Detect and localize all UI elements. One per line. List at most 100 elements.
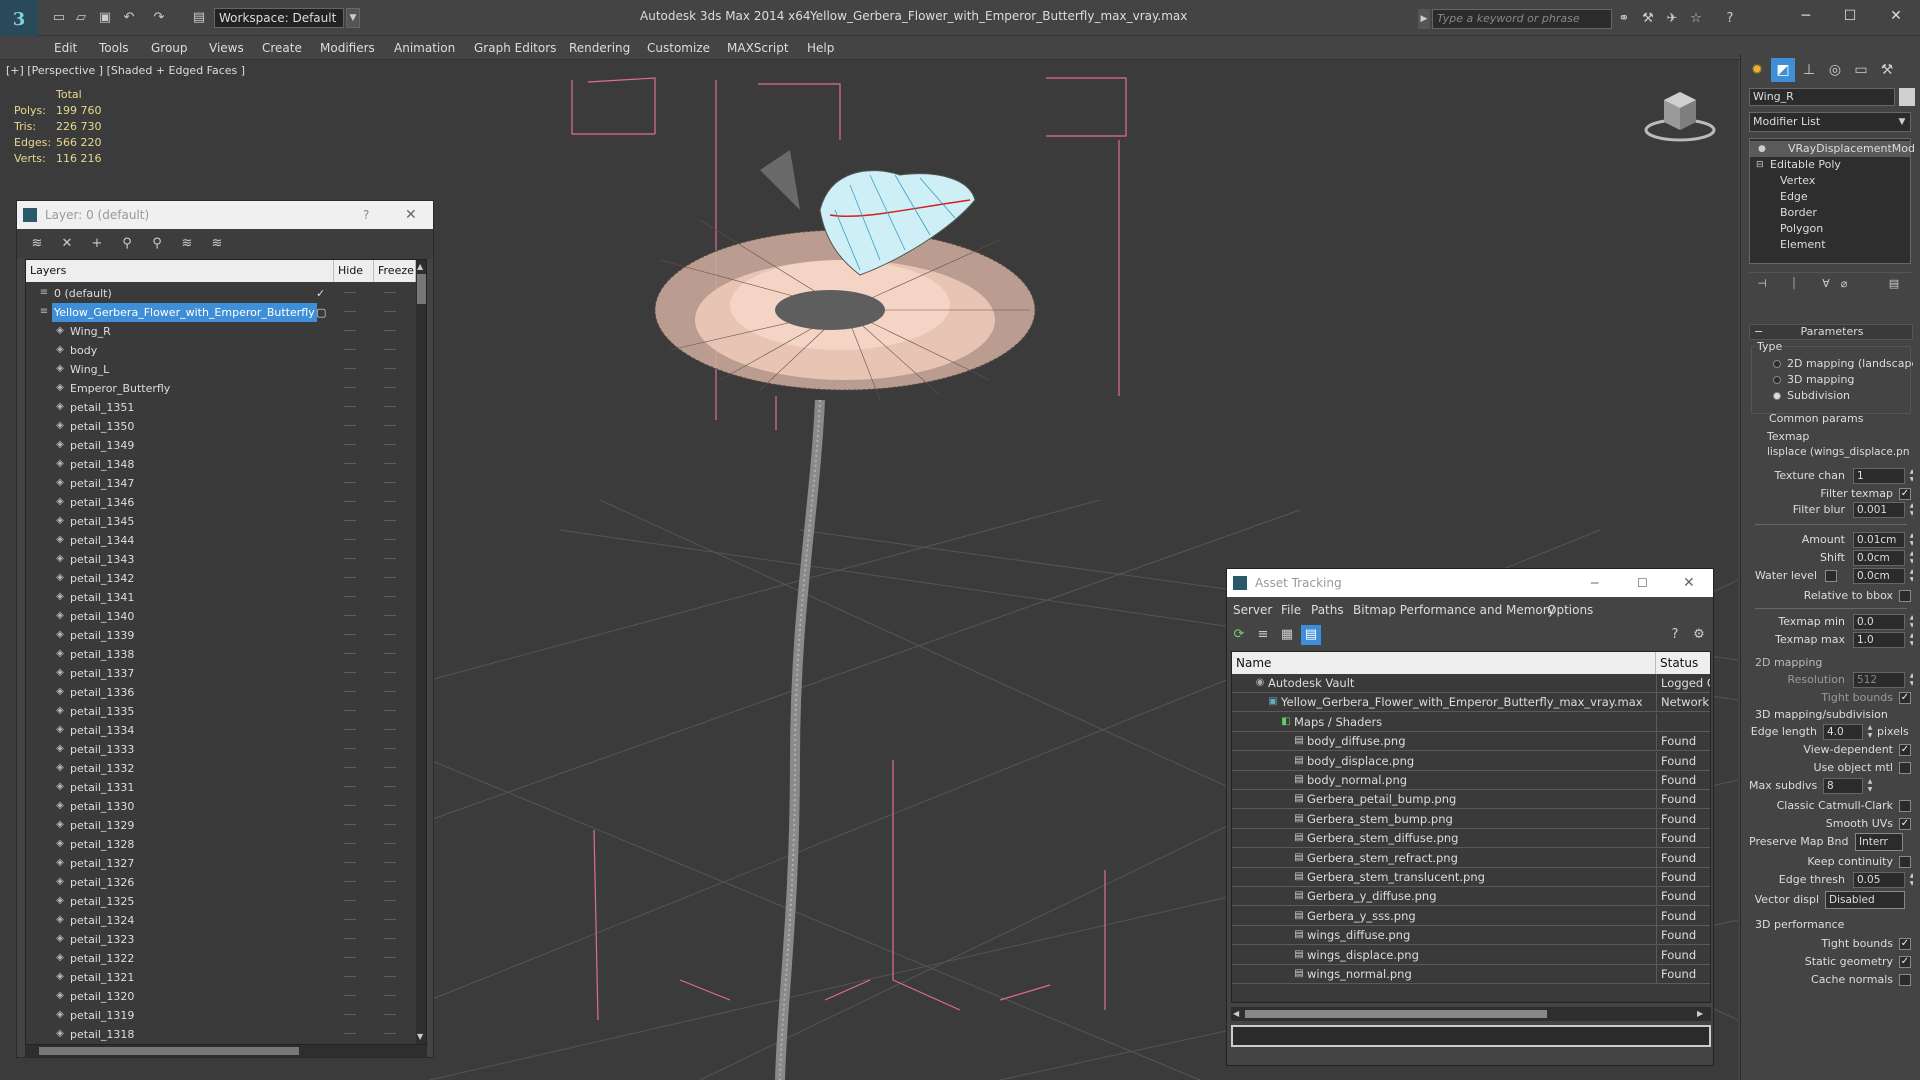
hide-toggle[interactable]: ┄┄	[344, 968, 358, 987]
thumbnail-view-icon[interactable]: ▦	[1277, 625, 1297, 645]
object-row[interactable]: ◈ petail_1348 ┄┄ ┄┄	[26, 455, 414, 474]
hide-toggle[interactable]: ┄┄	[344, 512, 358, 531]
hide-toggle[interactable]: ┄┄	[344, 721, 358, 740]
binoculars-icon[interactable]: ⚭	[1614, 9, 1634, 29]
object-name-field[interactable]: Wing_R	[1749, 88, 1895, 106]
tight-bounds-checkbox[interactable]: ✓	[1899, 938, 1911, 950]
asset-row[interactable]: ▤ Gerbera_y_sss.png Found	[1232, 906, 1710, 926]
freeze-toggle[interactable]: ┄┄	[384, 1006, 398, 1025]
asset-scroll-right-icon[interactable]: ▶	[1697, 1009, 1707, 1019]
object-row[interactable]: ◈ petail_1351 ┄┄ ┄┄	[26, 398, 414, 417]
freeze-toggle[interactable]: ┄┄	[384, 816, 398, 835]
menu-maxscript[interactable]: MAXScript	[727, 41, 789, 55]
hide-toggle[interactable]: ┄┄	[344, 987, 358, 1006]
configure-sets-icon[interactable]: ▤	[1885, 275, 1903, 293]
asset-menu-file[interactable]: File	[1281, 603, 1301, 617]
tight-bounds-2d-checkbox[interactable]: ✓	[1899, 692, 1911, 704]
hide-toggle[interactable]: ┄┄	[344, 379, 358, 398]
asset-status-column-header[interactable]: Status	[1656, 652, 1710, 674]
hide-toggle[interactable]: ┄┄	[344, 341, 358, 360]
relative-bbox-checkbox[interactable]	[1899, 590, 1911, 602]
subobject-level-item[interactable]: Polygon	[1750, 221, 1910, 237]
modifier-item[interactable]: ⊟ Editable Poly	[1750, 157, 1910, 173]
minimize-icon[interactable]: ─	[1786, 4, 1826, 28]
object-row[interactable]: ◈ petail_1342 ┄┄ ┄┄	[26, 569, 414, 588]
menu-edit[interactable]: Edit	[54, 41, 77, 55]
freeze-toggle[interactable]: ┄┄	[384, 379, 398, 398]
object-row[interactable]: ◈ petail_1337 ┄┄ ┄┄	[26, 664, 414, 683]
menu-views[interactable]: Views	[209, 41, 244, 55]
table-view-icon[interactable]: ▤	[1301, 625, 1321, 645]
hide-toggle[interactable]: ┄┄	[344, 759, 358, 778]
hide-toggle[interactable]: ┄┄	[344, 740, 358, 759]
project-folder-icon[interactable]: ▤	[190, 9, 208, 27]
hide-toggle[interactable]: ┄┄	[344, 303, 358, 322]
asset-minimize-icon[interactable]: ─	[1591, 569, 1598, 597]
asset-row[interactable]: ▤ body_normal.png Found	[1232, 771, 1710, 790]
menu-help[interactable]: Help	[807, 41, 834, 55]
freeze-toggle[interactable]: ┄┄	[384, 759, 398, 778]
hide-toggle[interactable]: ┄┄	[344, 322, 358, 341]
hide-column-header[interactable]: Hide	[334, 260, 374, 282]
hide-toggle[interactable]: ┄┄	[344, 816, 358, 835]
freeze-toggle[interactable]: ┄┄	[384, 474, 398, 493]
radio-subdivision[interactable]	[1773, 392, 1781, 400]
freeze-toggle[interactable]: ┄┄	[384, 778, 398, 797]
layer-delete-icon[interactable]: ✕	[57, 234, 77, 254]
subobject-level-item[interactable]: Edge	[1750, 189, 1910, 205]
asset-tracking-titlebar[interactable]: Asset Tracking ─ ☐ ✕	[1227, 569, 1713, 597]
workspace-dropdown-arrow[interactable]: ▼	[346, 8, 360, 28]
texmap-min-input[interactable]: 0.0	[1853, 614, 1905, 630]
hide-toggle[interactable]: ┄┄	[344, 1006, 358, 1025]
layer-select-objects-icon[interactable]: ⚲	[117, 234, 137, 254]
object-row[interactable]: ◈ Emperor_Butterfly ┄┄ ┄┄	[26, 379, 414, 398]
asset-path-field[interactable]	[1231, 1025, 1711, 1047]
asset-row[interactable]: ▣ Yellow_Gerbera_Flower_with_Emperor_Butt…	[1232, 693, 1710, 713]
freeze-toggle[interactable]: ┄┄	[384, 398, 398, 417]
freeze-toggle[interactable]: ┄┄	[384, 854, 398, 873]
pin-stack-icon[interactable]: ⊣	[1753, 275, 1771, 293]
freeze-toggle[interactable]: ┄┄	[384, 341, 398, 360]
texture-chan-input[interactable]: 1	[1853, 468, 1905, 484]
hide-toggle[interactable]: ┄┄	[344, 835, 358, 854]
asset-row[interactable]: ▤ Gerbera_stem_translucent.png Found	[1232, 868, 1710, 887]
freeze-toggle[interactable]: ┄┄	[384, 1025, 398, 1044]
object-row[interactable]: ◈ petail_1346 ┄┄ ┄┄	[26, 493, 414, 512]
layer-new-icon[interactable]: ≋	[27, 234, 47, 254]
object-row[interactable]: ◈ petail_1332 ┄┄ ┄┄	[26, 759, 414, 778]
object-row[interactable]: ◈ petail_1325 ┄┄ ┄┄	[26, 892, 414, 911]
object-row[interactable]: ◈ petail_1324 ┄┄ ┄┄	[26, 911, 414, 930]
freeze-toggle[interactable]: ┄┄	[384, 930, 398, 949]
object-row[interactable]: ◈ petail_1340 ┄┄ ┄┄	[26, 607, 414, 626]
display-tab-icon[interactable]: ▭	[1849, 58, 1873, 82]
object-color-swatch[interactable]	[1899, 88, 1915, 106]
filter-texmap-checkbox[interactable]: ✓	[1899, 488, 1911, 500]
hide-toggle[interactable]: ┄┄	[344, 436, 358, 455]
asset-menu-bitmap-performance[interactable]: Bitmap Performance and Memory	[1353, 603, 1555, 617]
hide-toggle[interactable]: ┄┄	[344, 493, 358, 512]
object-row[interactable]: ◈ petail_1341 ┄┄ ┄┄	[26, 588, 414, 607]
layer-freeze-all-icon[interactable]: ≋	[207, 234, 227, 254]
object-row[interactable]: ◈ petail_1349 ┄┄ ┄┄	[26, 436, 414, 455]
object-row[interactable]: ◈ petail_1344 ┄┄ ┄┄	[26, 531, 414, 550]
water-level-input[interactable]: 0.0cm	[1853, 568, 1905, 584]
classic-catmull-checkbox[interactable]	[1899, 800, 1911, 812]
asset-row[interactable]: ▤ Gerbera_stem_refract.png Found	[1232, 848, 1710, 868]
hide-toggle[interactable]: ┄┄	[344, 398, 358, 417]
object-row[interactable]: ◈ petail_1327 ┄┄ ┄┄	[26, 854, 414, 873]
texmap-button[interactable]: lisplace (wings_displace.png)	[1767, 446, 1909, 462]
hide-toggle[interactable]: ┄┄	[344, 360, 358, 379]
resolution-spinner[interactable]: ▲ ▼	[1907, 672, 1913, 688]
remove-modifier-icon[interactable]: ⌀	[1835, 275, 1853, 293]
layer-highlight-icon[interactable]: ⚲	[147, 234, 167, 254]
menu-customize[interactable]: Customize	[647, 41, 710, 55]
layer-row[interactable]: ≡ Yellow_Gerbera_Flower_with_Emperor_Butt…	[26, 303, 414, 322]
object-row[interactable]: ◈ petail_1343 ┄┄ ┄┄	[26, 550, 414, 569]
layer-row[interactable]: ≡ 0 (default) ✓ ┄┄ ┄┄	[26, 284, 414, 303]
freeze-toggle[interactable]: ┄┄	[384, 987, 398, 1006]
search-input[interactable]: Type a keyword or phrase	[1432, 9, 1612, 29]
hide-toggle[interactable]: ┄┄	[344, 455, 358, 474]
communication-icon[interactable]: ✈	[1662, 9, 1682, 29]
texmap-max-input[interactable]: 1.0	[1853, 632, 1905, 648]
freeze-toggle[interactable]: ┄┄	[384, 664, 398, 683]
